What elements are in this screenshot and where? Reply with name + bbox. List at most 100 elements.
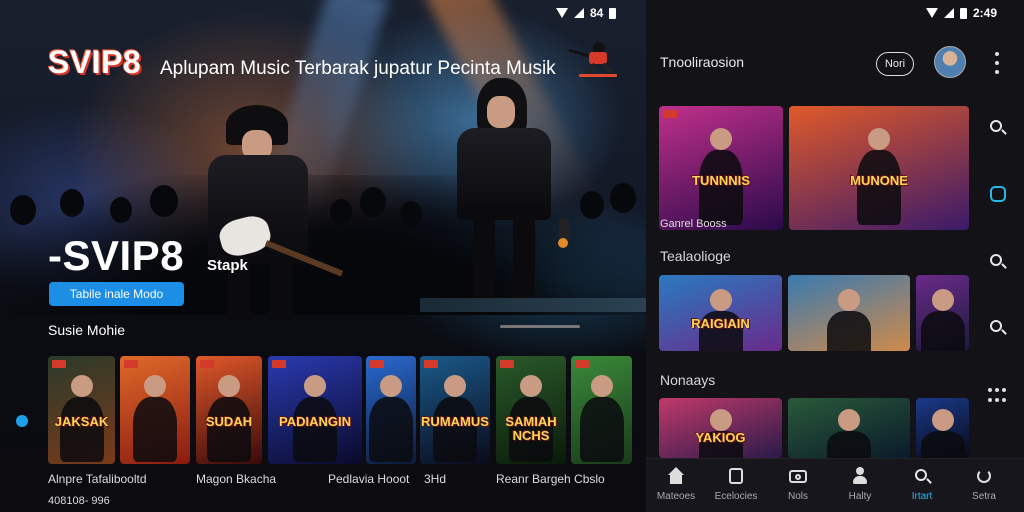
card-artist-head [709, 288, 732, 311]
new-release-card[interactable] [788, 398, 910, 458]
nav-label: Mateoes [656, 491, 696, 502]
nav-search[interactable]: Irtart [896, 467, 948, 502]
card-artist-head [868, 128, 890, 151]
featured-card[interactable]: TUNNNIS [659, 106, 783, 230]
search-icon[interactable] [988, 318, 1008, 338]
active-search-icon[interactable] [988, 184, 1008, 204]
album-card[interactable]: SAMIAH NCHS [496, 356, 566, 464]
card-label[interactable]: 3Hd [424, 472, 446, 486]
card-artist-body [827, 310, 871, 351]
card-badge [500, 360, 514, 368]
playlist-card[interactable]: RAIGIAIN [659, 275, 782, 351]
card-badge [370, 360, 384, 368]
playlist-card[interactable] [788, 275, 910, 351]
card-label[interactable]: Pedlavia Hooot [328, 472, 409, 486]
card-artist-body [133, 397, 177, 463]
nav-camera[interactable]: Nols [772, 467, 824, 502]
card-badge [663, 110, 677, 118]
nav-home[interactable]: Mateoes [650, 467, 702, 502]
nav-library[interactable]: Ecelocies [710, 467, 762, 502]
album-card[interactable]: RUMAMUS [420, 356, 490, 464]
card-artist-head [380, 375, 402, 398]
new-release-card[interactable] [916, 398, 969, 458]
card-label[interactable]: Magon Bkacha [196, 472, 276, 486]
card-title-art: RUMAMUS [421, 414, 489, 430]
card-artist-head [710, 128, 732, 151]
search-icon[interactable] [988, 118, 1008, 138]
hero-panel: 84 SVIP8 Aplupam Music Terbarak jupatur … [0, 0, 646, 512]
avatar[interactable] [934, 46, 966, 78]
status-time: 2:49 [973, 6, 998, 20]
card-badge [52, 360, 66, 368]
card-title-art: SUDAH [205, 414, 253, 430]
nav-profile[interactable]: Halty [834, 467, 886, 502]
card-artist-head [838, 288, 860, 311]
nav-label: Irtart [911, 491, 933, 502]
library-icon [727, 467, 745, 485]
signal-icon [944, 8, 954, 18]
card-artist-head [590, 375, 613, 398]
panel-title: Tnooliraosion [660, 54, 745, 70]
wifi-icon [556, 8, 568, 18]
card-title-art: MUNONE [850, 173, 908, 189]
card-badge [424, 360, 438, 368]
row-meta: 408108- 996 [48, 495, 110, 507]
section3-title: Nonaays [660, 372, 716, 388]
search-icon [913, 467, 932, 485]
card-title-art: JAKSAK [54, 414, 109, 430]
card-artist-body [59, 397, 104, 463]
nav-settings[interactable]: Setra [958, 467, 1010, 502]
carousel-indicator[interactable] [500, 325, 580, 328]
nav-label: Setra [972, 491, 996, 502]
status-bar: 2:49 [926, 6, 997, 20]
card-artist-body [920, 310, 965, 351]
section2-title: Tealaolioge [660, 248, 731, 264]
filter-pill[interactable]: Nori [876, 52, 914, 76]
status-bar: 84 [556, 6, 617, 20]
profile-icon [851, 467, 869, 485]
featured-card[interactable]: MUNONE [789, 106, 969, 230]
card-artist-head [520, 375, 542, 398]
album-card[interactable]: JAKSAK [48, 356, 115, 464]
card-label[interactable]: Reanr Bargeh Cbslo [496, 472, 605, 486]
camera-icon [789, 467, 807, 485]
card-artist-head [931, 408, 954, 431]
refresh-icon [975, 467, 993, 485]
status-time: 84 [590, 6, 604, 20]
playlist-card[interactable] [916, 275, 969, 351]
nav-label: Halty [848, 491, 872, 502]
card-badge [200, 360, 214, 368]
album-card[interactable] [120, 356, 190, 464]
card-label[interactable]: Alnpre Tafalibooltd [48, 472, 147, 486]
album-card[interactable] [366, 356, 416, 464]
card-artist-head [931, 288, 954, 311]
search-icon[interactable] [988, 252, 1008, 272]
new-release-card[interactable]: YAKIOG [659, 398, 782, 458]
page-dot[interactable] [16, 415, 28, 427]
card-title-art: PADIANGIN [279, 414, 351, 430]
card-artist-head [304, 375, 326, 398]
card-artist-head [444, 375, 466, 398]
signal-icon [574, 8, 584, 18]
card-artist-body [579, 397, 624, 463]
album-card[interactable] [571, 356, 632, 464]
row-title: Susie Mohie [48, 322, 126, 338]
card-artist-body [827, 430, 871, 458]
battery-icon [609, 7, 617, 19]
guitarist-figure [190, 100, 360, 320]
nav-label: Nols [787, 491, 808, 502]
album-card[interactable]: SUDAH [196, 356, 262, 464]
card-artist-head [218, 375, 240, 398]
hero-cta-button[interactable]: Tabile inale Modo [49, 282, 184, 306]
album-card[interactable]: PADIANGIN [268, 356, 362, 464]
card-artist-body [293, 397, 337, 463]
card-artist-body [433, 397, 477, 463]
more-menu-icon[interactable] [991, 52, 1003, 74]
card-badge [272, 360, 286, 368]
wifi-icon [926, 8, 938, 18]
brand-logo[interactable]: SVIP8 [48, 44, 141, 81]
stage-platform [420, 298, 646, 312]
card-artist-body [920, 430, 965, 458]
skater-illustration [568, 42, 617, 77]
grid-icon[interactable] [988, 386, 1008, 406]
